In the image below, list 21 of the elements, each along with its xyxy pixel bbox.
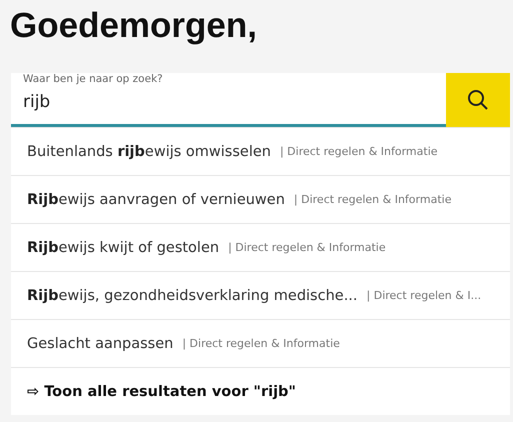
suggestion-title: Buitenlands rijbewijs omwisselen (27, 144, 271, 160)
suggestion-title: Geslacht aanpassen (27, 336, 174, 352)
suggestion-category: | Direct regelen & I... (366, 289, 482, 302)
suggestion-item[interactable]: Rijbewijs kwijt of gestolen | Direct regelen & Informatie (11, 223, 510, 271)
suggestion-category: | Direct regelen & Informatie (294, 193, 452, 206)
show-all-link[interactable]: ⇨ Toon alle resultaten voor "rijb" (11, 367, 510, 415)
suggestion-item[interactable]: Rijbewijs, gezondheidsverklaring medische... | Direct regelen & I... (11, 271, 510, 319)
search-button[interactable] (446, 73, 510, 127)
suggestion-category: | Direct regelen & Informatie (280, 145, 438, 158)
search-field[interactable]: Waar ben je naar op zoek? rijb (11, 73, 446, 127)
suggestion-title: Rijbewijs, gezondheidsverklaring medische... (27, 288, 358, 304)
suggestion-category: | Direct regelen & Informatie (182, 337, 340, 350)
suggestion-item[interactable]: Rijbewijs aanvragen of vernieuwen | Direct regelen & Informatie (11, 175, 510, 223)
suggestion-title: Rijbewijs kwijt of gestolen (27, 240, 220, 256)
suggestion-category: | Direct regelen & Informatie (228, 241, 386, 254)
search-icon (466, 88, 490, 112)
suggestion-title: Rijbewijs aanvragen of vernieuwen (27, 192, 285, 208)
greeting-heading: Goedemorgen, (10, 5, 258, 47)
suggestion-item[interactable]: Geslacht aanpassen | Direct regelen & Informatie (11, 319, 510, 367)
suggestion-item[interactable]: Buitenlands rijbewijs omwisselen | Direct regelen & Informatie (11, 127, 510, 175)
search-input[interactable]: rijb (23, 92, 223, 112)
